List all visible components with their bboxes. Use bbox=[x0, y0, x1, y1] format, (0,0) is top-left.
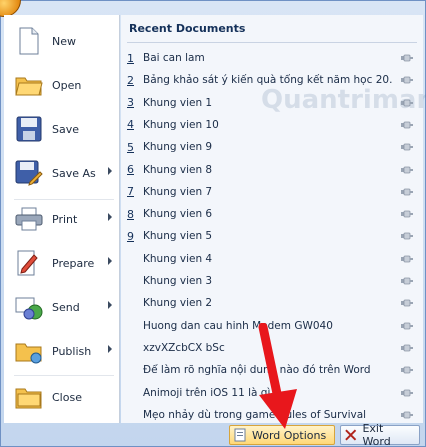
exit-word-button[interactable]: Exit Word bbox=[340, 422, 420, 447]
recent-document-item[interactable]: 8 Khung vien 6 bbox=[121, 203, 423, 225]
recent-item-number: 4 bbox=[127, 118, 134, 132]
recent-document-item[interactable]: 2 Bảng khảo sát ý kiến quà tổng kết năm h… bbox=[121, 69, 423, 91]
recent-item-name: Khung vien 2 bbox=[143, 297, 213, 310]
recent-divider bbox=[127, 42, 417, 43]
open-folder-icon bbox=[14, 70, 44, 100]
submenu-arrow-icon bbox=[108, 257, 112, 265]
recent-item-name: Khung vien 1 bbox=[143, 96, 213, 109]
menu-item-label: Open bbox=[52, 78, 82, 92]
annotation-arrow-icon bbox=[258, 323, 297, 429]
pin-icon[interactable] bbox=[401, 255, 413, 263]
recent-item-name: Khung vien 7 bbox=[143, 185, 213, 198]
submenu-arrow-icon bbox=[108, 301, 112, 309]
pin-icon[interactable] bbox=[401, 344, 413, 352]
menu-item-label: Close bbox=[52, 390, 82, 404]
command-list: New Open Save Save As Print Prepare Send… bbox=[4, 15, 120, 423]
printer-icon bbox=[14, 204, 44, 234]
recent-document-item[interactable]: Khung vien 3 bbox=[121, 270, 423, 292]
recent-item-number: 9 bbox=[127, 229, 134, 243]
recent-document-item[interactable]: 5 Khung vien 9 bbox=[121, 136, 423, 158]
exit-x-icon bbox=[345, 429, 357, 441]
menu-item-label: Save As bbox=[52, 166, 96, 180]
recent-item-name: Khung vien 10 bbox=[143, 118, 219, 131]
save-disk-icon bbox=[14, 114, 44, 144]
pin-icon[interactable] bbox=[401, 322, 413, 330]
recent-document-item[interactable]: 9 Khung vien 5 bbox=[121, 225, 423, 247]
submenu-arrow-icon bbox=[108, 213, 112, 221]
exit-word-label: Exit Word bbox=[362, 422, 391, 447]
pin-icon[interactable] bbox=[401, 54, 413, 62]
pin-icon[interactable] bbox=[401, 411, 413, 419]
menu-item-label: Prepare bbox=[52, 256, 95, 270]
recent-item-number: 6 bbox=[127, 163, 134, 176]
menu-item-prepare[interactable]: Prepare bbox=[4, 241, 120, 285]
recent-document-item[interactable]: Khung vien 2 bbox=[121, 292, 423, 314]
pin-icon[interactable] bbox=[401, 299, 413, 307]
menu-item-save-as[interactable]: Save As bbox=[4, 151, 120, 195]
pin-icon[interactable] bbox=[401, 366, 413, 374]
menu-item-label: Print bbox=[52, 212, 78, 226]
pin-icon[interactable] bbox=[401, 232, 413, 240]
recent-document-item[interactable]: 1 Bai can lam bbox=[121, 47, 423, 69]
recent-item-name: Khung vien 4 bbox=[143, 252, 213, 265]
office-menu: New Open Save Save As Print Prepare Send… bbox=[0, 0, 426, 447]
menu-item-label: Save bbox=[52, 122, 80, 136]
close-folder-icon bbox=[14, 382, 44, 412]
menu-item-publish[interactable]: Publish bbox=[4, 329, 120, 373]
recent-documents-title: Recent Documents bbox=[129, 22, 246, 35]
pin-icon[interactable] bbox=[401, 277, 413, 285]
recent-document-item[interactable]: 3 Khung vien 1 bbox=[121, 92, 423, 114]
options-doc-icon bbox=[234, 428, 246, 442]
pin-icon[interactable] bbox=[401, 166, 413, 174]
send-icon bbox=[14, 292, 44, 322]
pin-icon[interactable] bbox=[401, 210, 413, 218]
menu-item-send[interactable]: Send bbox=[4, 285, 120, 329]
recent-item-name: Khung vien 5 bbox=[143, 230, 213, 243]
recent-item-name: Bảng khảo sát ý kiến quà tổng kết năm họ… bbox=[143, 74, 393, 87]
recent-item-number: 3 bbox=[127, 96, 134, 110]
recent-document-item[interactable]: 6 Khung vien 8 bbox=[121, 159, 423, 181]
menu-item-close[interactable]: Close bbox=[4, 375, 120, 419]
recent-document-item[interactable]: Khung vien 4 bbox=[121, 248, 423, 270]
pin-icon[interactable] bbox=[401, 76, 413, 84]
menu-item-new[interactable]: New bbox=[4, 19, 120, 63]
recent-document-item[interactable]: 7 Khung vien 7 bbox=[121, 181, 423, 203]
recent-item-number: 2 bbox=[127, 73, 134, 87]
recent-item-name: Khung vien 3 bbox=[143, 275, 213, 287]
recent-item-name: Khung vien 8 bbox=[143, 163, 213, 176]
publish-folder-icon bbox=[14, 336, 44, 366]
recent-item-number: 7 bbox=[127, 185, 134, 199]
submenu-arrow-icon bbox=[108, 167, 112, 175]
recent-item-name: Khung vien 9 bbox=[143, 141, 213, 154]
recent-item-number: 5 bbox=[127, 140, 134, 154]
recent-item-number: 8 bbox=[127, 207, 134, 221]
submenu-arrow-icon bbox=[108, 345, 112, 353]
menu-item-open[interactable]: Open bbox=[4, 63, 120, 107]
pin-icon[interactable] bbox=[401, 188, 413, 196]
new-document-icon bbox=[14, 26, 44, 56]
recent-item-number: 1 bbox=[127, 51, 134, 65]
recent-item-name: Khung vien 6 bbox=[143, 208, 213, 221]
pin-icon[interactable] bbox=[401, 121, 413, 129]
menu-footer: Word Options Exit Word bbox=[1, 422, 426, 447]
prepare-pen-icon bbox=[14, 248, 44, 278]
menu-item-save[interactable]: Save bbox=[4, 107, 120, 151]
menu-item-print[interactable]: Print bbox=[4, 197, 120, 241]
pin-icon[interactable] bbox=[401, 389, 413, 397]
menu-item-label: New bbox=[52, 34, 76, 48]
menu-item-label: Send bbox=[52, 300, 80, 314]
menu-item-label: Publish bbox=[52, 344, 92, 358]
recent-item-name: Bai can lam bbox=[143, 52, 205, 64]
pin-icon[interactable] bbox=[401, 99, 413, 107]
save-as-icon bbox=[14, 158, 44, 188]
pin-icon[interactable] bbox=[401, 143, 413, 151]
recent-document-item[interactable]: 4 Khung vien 10 bbox=[121, 114, 423, 136]
